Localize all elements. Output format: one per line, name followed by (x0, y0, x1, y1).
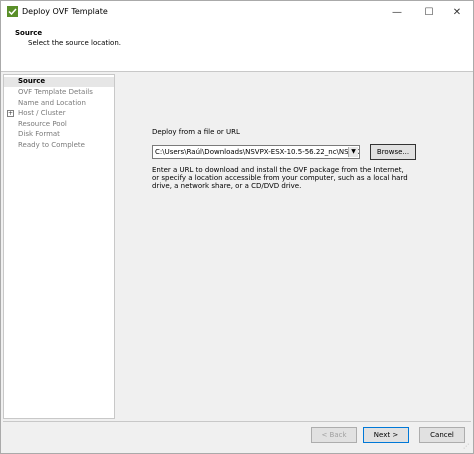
next-button[interactable]: Next > (363, 427, 409, 443)
step-source[interactable]: Source (18, 77, 45, 85)
step-ovf-template-details[interactable]: OVF Template Details (18, 88, 93, 96)
main-content: Deploy from a file or URL C:\Users\Raúl\… (117, 74, 471, 419)
expand-icon[interactable]: + (7, 110, 14, 117)
close-icon: ✕ (452, 6, 462, 18)
maximize-icon: ☐ (424, 6, 434, 18)
minimize-button[interactable]: — (381, 1, 413, 23)
wizard-header: Source Select the source location. (1, 23, 473, 72)
source-path-combobox[interactable]: C:\Users\Raúl\Downloads\NSVPX-ESX-10.5-5… (152, 145, 360, 159)
back-button[interactable]: < Back (311, 427, 357, 443)
step-name-and-location[interactable]: Name and Location (18, 99, 86, 107)
step-ready-to-complete[interactable]: Ready to Complete (18, 141, 85, 149)
step-disk-format[interactable]: Disk Format (18, 130, 60, 138)
window-title: Deploy OVF Template (22, 7, 108, 16)
step-resource-pool[interactable]: Resource Pool (18, 120, 67, 128)
browse-button[interactable]: Browse... (370, 144, 416, 160)
deploy-source-label: Deploy from a file or URL (152, 128, 240, 136)
title-bar: Deploy OVF Template — ☐ ✕ (1, 1, 473, 23)
page-subtitle: Select the source location. (28, 39, 122, 47)
chevron-down-icon[interactable]: ▼ (348, 147, 358, 157)
cancel-button[interactable]: Cancel (419, 427, 465, 443)
footer-divider (3, 421, 471, 422)
step-host-cluster[interactable]: Host / Cluster (18, 109, 66, 117)
page-title: Source (15, 29, 43, 37)
deploy-ovf-window: Deploy OVF Template — ☐ ✕ Source Select … (0, 0, 474, 454)
source-help-text: Enter a URL to download and install the … (152, 166, 408, 190)
vsphere-icon (7, 6, 18, 17)
resize-grip-icon[interactable]: ⋰ (463, 443, 471, 451)
close-button[interactable]: ✕ (441, 1, 473, 23)
source-path-value: C:\Users\Raúl\Downloads\NSVPX-ESX-10.5-5… (155, 148, 360, 156)
wizard-steps-panel: Source OVF Template Details Name and Loc… (3, 74, 115, 419)
minimize-icon: — (392, 6, 402, 18)
